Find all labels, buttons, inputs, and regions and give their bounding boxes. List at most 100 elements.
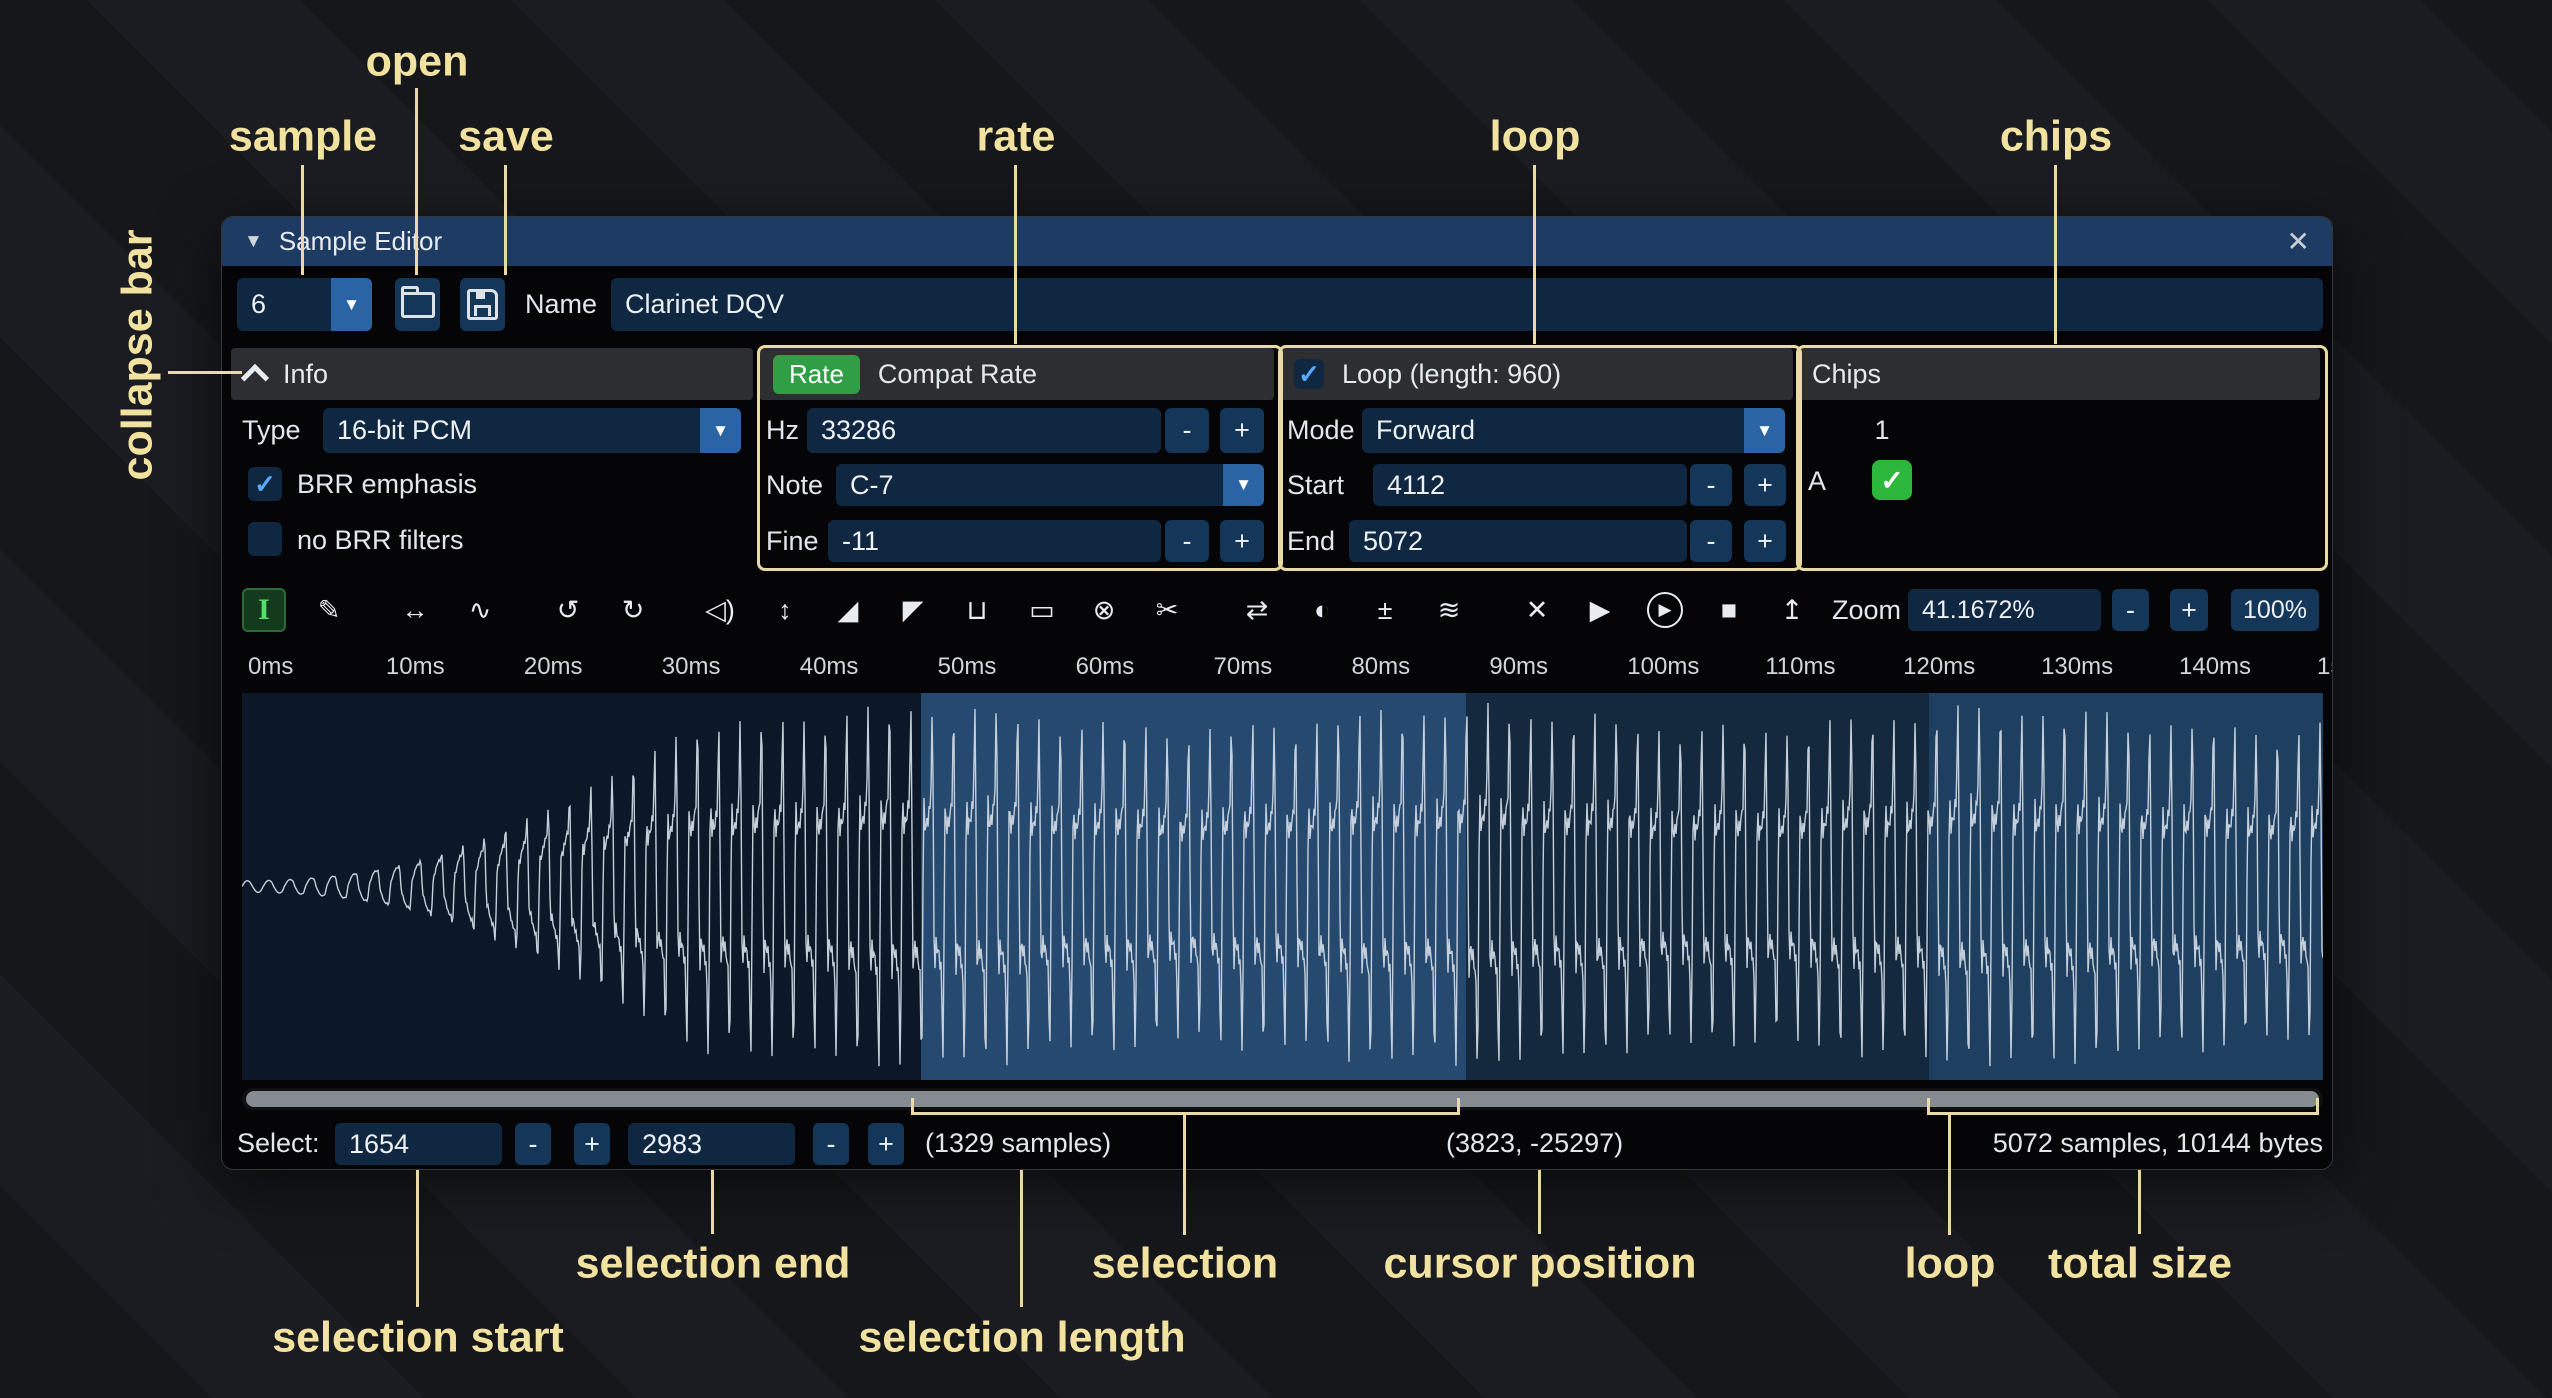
no-brr-filters-label: no BRR filters (297, 519, 464, 561)
horizontal-scrollbar[interactable] (242, 1088, 2323, 1110)
hz-input[interactable]: 33286 (807, 408, 1161, 453)
selection-end-input[interactable]: 2983 (628, 1123, 795, 1165)
reverse-icon: ⇄ (1246, 595, 1269, 626)
apply-silence-icon[interactable]: ▭ (1020, 588, 1064, 632)
annotation-rate: rate (977, 113, 1056, 162)
zoom-input[interactable]: 41.1672% (1908, 589, 2101, 631)
amplify-icon[interactable]: ◁) (698, 588, 742, 632)
apply-silence-icon: ▭ (1029, 595, 1055, 626)
tab-compat-rate[interactable]: Compat Rate (878, 359, 1037, 390)
annotation-selection-start: selection start (272, 1314, 564, 1363)
tab-rate[interactable]: Rate (773, 355, 860, 394)
annotation-line-chips (2054, 165, 2057, 344)
fine-plus-button[interactable]: + (1220, 520, 1264, 562)
loop-end-input[interactable]: 5072 (1349, 520, 1687, 562)
ruler-label: 130ms (2041, 653, 2113, 681)
chip-a-enable-checkbox[interactable]: ✓ (1872, 460, 1912, 500)
close-icon[interactable]: ✕ (2287, 225, 2310, 258)
loop-start-input[interactable]: 4112 (1373, 464, 1687, 506)
resample-icon: ∿ (469, 595, 492, 626)
info-section-header[interactable]: Info (231, 348, 753, 400)
loop-end-minus-button[interactable]: - (1690, 520, 1732, 562)
selection-start-minus-button[interactable]: - (515, 1123, 551, 1165)
crossfade-icon[interactable]: ✕ (1515, 588, 1559, 632)
loop-end-plus-button[interactable]: + (1744, 520, 1786, 562)
draw-tool-icon[interactable]: ✎ (307, 588, 351, 632)
create-wavetable-icon[interactable]: ↥ (1770, 588, 1814, 632)
loop-start-plus-button[interactable]: + (1744, 464, 1786, 506)
annotation-collapse-bar: collapse bar (114, 230, 163, 481)
preview-icon[interactable]: ▶ (1578, 588, 1622, 632)
loop-start-minus-button[interactable]: - (1690, 464, 1732, 506)
save-icon (467, 289, 498, 320)
ruler-label: 120ms (1903, 653, 1975, 681)
selection-end-minus-button[interactable]: - (813, 1123, 849, 1165)
chip-row-label: A (1808, 460, 1826, 502)
hz-minus-button[interactable]: - (1165, 408, 1209, 453)
chevron-up-icon[interactable] (241, 363, 269, 391)
zoom-in-button[interactable]: + (2170, 589, 2208, 631)
sign-invert-icon[interactable]: ± (1363, 588, 1407, 632)
ruler-label: 70ms (1214, 653, 1273, 681)
loop-enable-checkbox[interactable]: ✓ (1294, 359, 1324, 389)
brr-emphasis-label: BRR emphasis (297, 463, 477, 505)
draw-tool-icon: ✎ (318, 595, 341, 626)
select-tool-icon[interactable]: I (242, 588, 286, 632)
note-label: Note (766, 464, 823, 506)
redo-icon[interactable]: ↻ (611, 588, 655, 632)
open-button[interactable] (395, 278, 440, 331)
chevron-down-icon[interactable]: ▼ (1223, 464, 1264, 506)
selection-start-plus-button[interactable]: + (574, 1123, 610, 1165)
selection-end-plus-button[interactable]: + (868, 1123, 904, 1165)
selection-start-input[interactable]: 1654 (335, 1123, 502, 1165)
insert-silence-icon: ⊔ (966, 595, 987, 626)
annotation-line-selection (1183, 1115, 1186, 1235)
sample-select[interactable]: 6 ▼ (237, 278, 372, 331)
ruler-label: 140ms (2179, 653, 2251, 681)
zoom-out-button[interactable]: - (2112, 589, 2149, 631)
annotation-line-open (415, 88, 418, 275)
undo-icon[interactable]: ↺ (546, 588, 590, 632)
invert-icon[interactable]: ◐ (1300, 588, 1344, 632)
type-select[interactable]: 16-bit PCM ▼ (323, 408, 741, 453)
filter-icon[interactable]: ≋ (1427, 588, 1471, 632)
stop-preview-icon[interactable]: ■ (1707, 588, 1751, 632)
trim-icon[interactable]: ✂ (1145, 588, 1189, 632)
fade-out-icon[interactable]: ◤ (891, 588, 935, 632)
fine-input[interactable]: -11 (828, 520, 1161, 562)
ruler-label: 40ms (800, 653, 859, 681)
loop-end-value: 5072 (1363, 526, 1423, 557)
hz-plus-button[interactable]: + (1220, 408, 1264, 453)
delete-icon[interactable]: ⊗ (1082, 588, 1126, 632)
reverse-icon[interactable]: ⇄ (1235, 588, 1279, 632)
resample-icon[interactable]: ∿ (458, 588, 502, 632)
chevron-down-icon[interactable]: ▼ (700, 408, 741, 453)
insert-silence-icon[interactable]: ⊔ (955, 588, 999, 632)
trim-icon: ✂ (1156, 595, 1179, 626)
scrollbar-thumb[interactable] (246, 1091, 2319, 1107)
open-icon (401, 292, 435, 318)
selection-bracket-left (911, 1098, 914, 1115)
chevron-down-icon[interactable]: ▼ (1744, 408, 1785, 453)
resize-icon[interactable]: ↔ (393, 588, 437, 632)
fine-minus-button[interactable]: - (1165, 520, 1209, 562)
check-icon: ✓ (1880, 464, 1903, 497)
total-size-text: 5072 samples, 10144 bytes (1822, 1121, 2323, 1165)
name-input[interactable]: Clarinet DQV (611, 278, 2323, 331)
waveform-display[interactable] (242, 693, 2323, 1080)
loop-mode-select[interactable]: Forward ▼ (1362, 408, 1785, 453)
window-collapse-icon[interactable]: ▼ (244, 231, 263, 253)
preview-from-cursor-icon[interactable]: ▶ (1643, 588, 1687, 632)
normalize-icon[interactable]: ↕ (763, 588, 807, 632)
save-button[interactable] (460, 278, 505, 331)
zoom-reset-button[interactable]: 100% (2231, 589, 2319, 631)
brr-emphasis-checkbox[interactable]: ✓ (248, 467, 282, 501)
window-titlebar[interactable]: ▼ Sample Editor ✕ (222, 217, 2332, 266)
undo-icon: ↺ (557, 595, 580, 626)
chevron-down-icon[interactable]: ▼ (331, 278, 372, 331)
chips-section-header: Chips (1798, 348, 2320, 400)
no-brr-filters-checkbox[interactable] (248, 522, 282, 556)
note-select[interactable]: C-7 ▼ (836, 464, 1264, 506)
fade-in-icon[interactable]: ◢ (826, 588, 870, 632)
timeline-ruler[interactable]: 0ms10ms20ms30ms40ms50ms60ms70ms80ms90ms1… (242, 647, 2323, 688)
